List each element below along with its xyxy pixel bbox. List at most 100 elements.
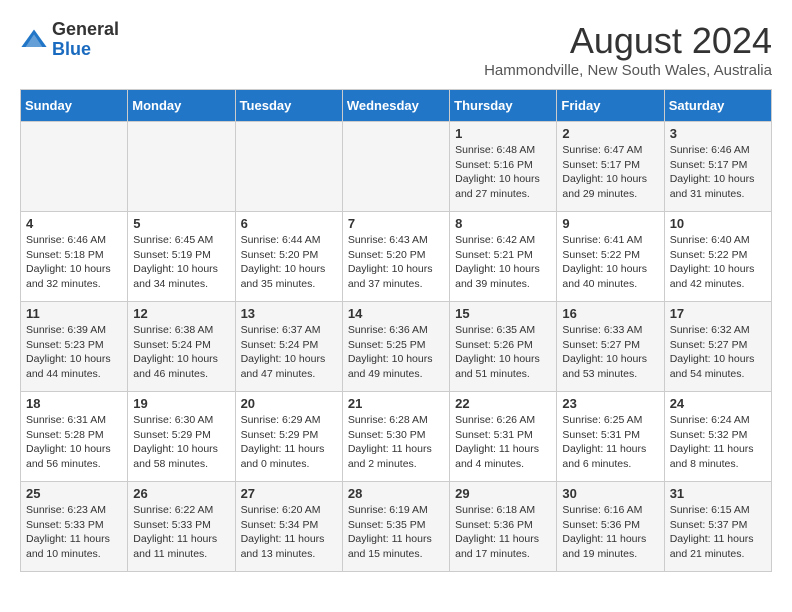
calendar-day-cell: 3 Sunrise: 6:46 AMSunset: 5:17 PMDaylight… xyxy=(664,122,771,212)
day-info: Sunrise: 6:45 AMSunset: 5:19 PMDaylight:… xyxy=(133,233,229,292)
calendar-day-cell: 22Sunrise: 6:26 AMSunset: 5:31 PMDayligh… xyxy=(450,392,557,482)
logo-icon xyxy=(20,26,48,54)
day-number: 2 xyxy=(562,126,658,141)
calendar-day-header: Saturday xyxy=(664,90,771,122)
day-info: Sunrise: 6:38 AMSunset: 5:24 PMDaylight:… xyxy=(133,323,229,382)
day-number: 31 xyxy=(670,486,766,501)
day-info: Sunrise: 6:33 AMSunset: 5:27 PMDaylight:… xyxy=(562,323,658,382)
day-info: Sunrise: 6:23 AMSunset: 5:33 PMDaylight:… xyxy=(26,503,122,562)
calendar-day-cell: 4 Sunrise: 6:46 AMSunset: 5:18 PMDaylight… xyxy=(21,212,128,302)
logo: General Blue xyxy=(20,20,119,60)
calendar-day-cell: 13Sunrise: 6:37 AMSunset: 5:24 PMDayligh… xyxy=(235,302,342,392)
calendar-day-cell xyxy=(342,122,449,212)
calendar-day-cell: 27Sunrise: 6:20 AMSunset: 5:34 PMDayligh… xyxy=(235,482,342,572)
day-info: Sunrise: 6:19 AMSunset: 5:35 PMDaylight:… xyxy=(348,503,444,562)
calendar-day-cell: 24 Sunrise: 6:24 AMSunset: 5:32 PMDayligh… xyxy=(664,392,771,482)
calendar-week-row: 18Sunrise: 6:31 AMSunset: 5:28 PMDayligh… xyxy=(21,392,772,482)
day-number: 28 xyxy=(348,486,444,501)
calendar-day-header: Sunday xyxy=(21,90,128,122)
day-number: 13 xyxy=(241,306,337,321)
day-info: Sunrise: 6:44 AMSunset: 5:20 PMDaylight:… xyxy=(241,233,337,292)
day-number: 15 xyxy=(455,306,551,321)
day-number: 5 xyxy=(133,216,229,231)
day-info: Sunrise: 6:41 AMSunset: 5:22 PMDaylight:… xyxy=(562,233,658,292)
day-number: 1 xyxy=(455,126,551,141)
day-info: Sunrise: 6:42 AMSunset: 5:21 PMDaylight:… xyxy=(455,233,551,292)
day-number: 6 xyxy=(241,216,337,231)
day-number: 29 xyxy=(455,486,551,501)
day-number: 24 xyxy=(670,396,766,411)
calendar-day-cell: 11 Sunrise: 6:39 AMSunset: 5:23 PMDayligh… xyxy=(21,302,128,392)
calendar-day-cell: 1Sunrise: 6:48 AMSunset: 5:16 PMDaylight… xyxy=(450,122,557,212)
calendar-day-cell: 8 Sunrise: 6:42 AMSunset: 5:21 PMDaylight… xyxy=(450,212,557,302)
day-info: Sunrise: 6:15 AMSunset: 5:37 PMDaylight:… xyxy=(670,503,766,562)
day-number: 10 xyxy=(670,216,766,231)
day-info: Sunrise: 6:16 AMSunset: 5:36 PMDaylight:… xyxy=(562,503,658,562)
day-info: Sunrise: 6:22 AMSunset: 5:33 PMDaylight:… xyxy=(133,503,229,562)
day-info: Sunrise: 6:46 AMSunset: 5:18 PMDaylight:… xyxy=(26,233,122,292)
calendar-day-cell: 26 Sunrise: 6:22 AMSunset: 5:33 PMDayligh… xyxy=(128,482,235,572)
day-number: 19 xyxy=(133,396,229,411)
day-info: Sunrise: 6:40 AMSunset: 5:22 PMDaylight:… xyxy=(670,233,766,292)
day-number: 8 xyxy=(455,216,551,231)
location-subtitle: Hammondville, New South Wales, Australia xyxy=(484,62,772,79)
calendar-day-cell: 6 Sunrise: 6:44 AMSunset: 5:20 PMDaylight… xyxy=(235,212,342,302)
day-number: 14 xyxy=(348,306,444,321)
calendar-day-cell: 7 Sunrise: 6:43 AMSunset: 5:20 PMDaylight… xyxy=(342,212,449,302)
day-info: Sunrise: 6:43 AMSunset: 5:20 PMDaylight:… xyxy=(348,233,444,292)
calendar-day-cell: 10 Sunrise: 6:40 AMSunset: 5:22 PMDayligh… xyxy=(664,212,771,302)
day-info: Sunrise: 6:35 AMSunset: 5:26 PMDaylight:… xyxy=(455,323,551,382)
day-info: Sunrise: 6:26 AMSunset: 5:31 PMDaylight:… xyxy=(455,413,551,472)
calendar-day-cell: 17 Sunrise: 6:32 AMSunset: 5:27 PMDayligh… xyxy=(664,302,771,392)
calendar-day-cell: 20Sunrise: 6:29 AMSunset: 5:29 PMDayligh… xyxy=(235,392,342,482)
calendar-day-cell: 31 Sunrise: 6:15 AMSunset: 5:37 PMDayligh… xyxy=(664,482,771,572)
calendar-day-cell xyxy=(21,122,128,212)
logo-text: General Blue xyxy=(52,20,119,60)
calendar-day-header: Thursday xyxy=(450,90,557,122)
calendar-day-cell: 28 Sunrise: 6:19 AMSunset: 5:35 PMDayligh… xyxy=(342,482,449,572)
day-info: Sunrise: 6:39 AMSunset: 5:23 PMDaylight:… xyxy=(26,323,122,382)
day-info: Sunrise: 6:30 AMSunset: 5:29 PMDaylight:… xyxy=(133,413,229,472)
day-info: Sunrise: 6:18 AMSunset: 5:36 PMDaylight:… xyxy=(455,503,551,562)
day-number: 23 xyxy=(562,396,658,411)
calendar-day-cell: 16Sunrise: 6:33 AMSunset: 5:27 PMDayligh… xyxy=(557,302,664,392)
day-info: Sunrise: 6:46 AMSunset: 5:17 PMDaylight:… xyxy=(670,143,766,202)
calendar-week-row: 1Sunrise: 6:48 AMSunset: 5:16 PMDaylight… xyxy=(21,122,772,212)
day-number: 12 xyxy=(133,306,229,321)
day-number: 11 xyxy=(26,306,122,321)
day-number: 4 xyxy=(26,216,122,231)
calendar-day-cell: 12 Sunrise: 6:38 AMSunset: 5:24 PMDayligh… xyxy=(128,302,235,392)
day-number: 9 xyxy=(562,216,658,231)
day-info: Sunrise: 6:25 AMSunset: 5:31 PMDaylight:… xyxy=(562,413,658,472)
calendar-day-cell: 25 Sunrise: 6:23 AMSunset: 5:33 PMDayligh… xyxy=(21,482,128,572)
calendar-day-cell: 21Sunrise: 6:28 AMSunset: 5:30 PMDayligh… xyxy=(342,392,449,482)
calendar-day-cell: 9 Sunrise: 6:41 AMSunset: 5:22 PMDaylight… xyxy=(557,212,664,302)
calendar-day-cell: 19 Sunrise: 6:30 AMSunset: 5:29 PMDayligh… xyxy=(128,392,235,482)
day-number: 7 xyxy=(348,216,444,231)
calendar-day-header: Tuesday xyxy=(235,90,342,122)
day-number: 17 xyxy=(670,306,766,321)
calendar-header-row: SundayMondayTuesdayWednesdayThursdayFrid… xyxy=(21,90,772,122)
calendar-week-row: 25 Sunrise: 6:23 AMSunset: 5:33 PMDayligh… xyxy=(21,482,772,572)
calendar-day-cell: 29 Sunrise: 6:18 AMSunset: 5:36 PMDayligh… xyxy=(450,482,557,572)
day-info: Sunrise: 6:32 AMSunset: 5:27 PMDaylight:… xyxy=(670,323,766,382)
calendar-day-header: Wednesday xyxy=(342,90,449,122)
day-number: 30 xyxy=(562,486,658,501)
calendar-week-row: 11 Sunrise: 6:39 AMSunset: 5:23 PMDayligh… xyxy=(21,302,772,392)
day-number: 18 xyxy=(26,396,122,411)
calendar-day-header: Friday xyxy=(557,90,664,122)
calendar-day-cell: 2 Sunrise: 6:47 AMSunset: 5:17 PMDaylight… xyxy=(557,122,664,212)
day-number: 21 xyxy=(348,396,444,411)
day-info: Sunrise: 6:47 AMSunset: 5:17 PMDaylight:… xyxy=(562,143,658,202)
day-number: 3 xyxy=(670,126,766,141)
month-year-title: August 2024 xyxy=(484,20,772,62)
calendar-day-cell: 15 Sunrise: 6:35 AMSunset: 5:26 PMDayligh… xyxy=(450,302,557,392)
day-number: 20 xyxy=(241,396,337,411)
day-number: 26 xyxy=(133,486,229,501)
day-number: 25 xyxy=(26,486,122,501)
calendar-day-header: Monday xyxy=(128,90,235,122)
day-info: Sunrise: 6:36 AMSunset: 5:25 PMDaylight:… xyxy=(348,323,444,382)
calendar-day-cell: 14 Sunrise: 6:36 AMSunset: 5:25 PMDayligh… xyxy=(342,302,449,392)
day-info: Sunrise: 6:24 AMSunset: 5:32 PMDaylight:… xyxy=(670,413,766,472)
day-number: 27 xyxy=(241,486,337,501)
